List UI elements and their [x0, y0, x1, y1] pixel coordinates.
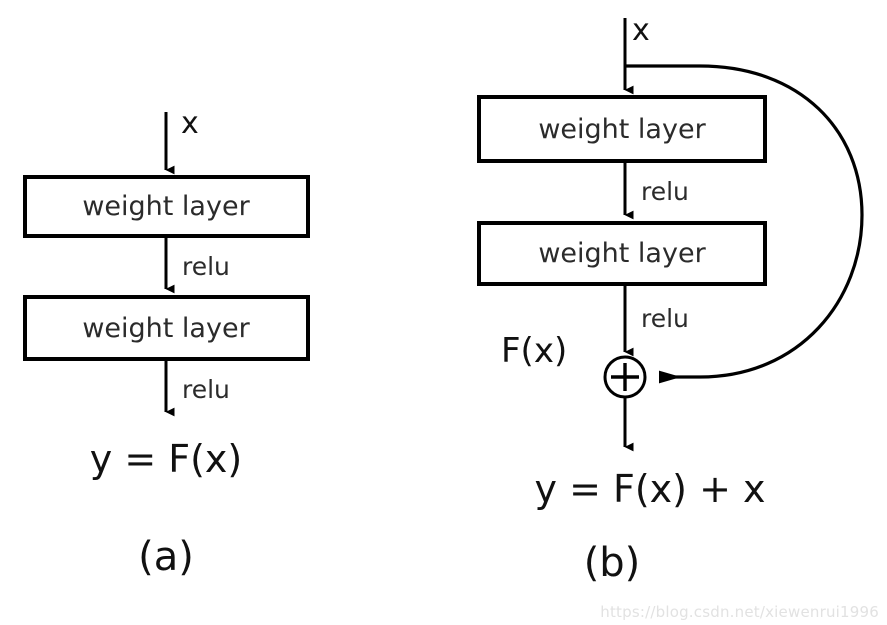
residual-block-diagram: x weight layer relu weight layer relu y … [23, 13, 864, 586]
figure-root: x weight layer relu weight layer relu y … [0, 0, 887, 625]
panel-b-relu-label-1: relu [641, 177, 689, 206]
panel-b-relu-label-2: relu [641, 304, 689, 333]
panel-a-weight-layer-1-label: weight layer [82, 191, 250, 222]
source-watermark: https://blog.csdn.net/xiewenrui1996 [600, 603, 879, 621]
panel-a-relu-label-1: relu [182, 252, 230, 281]
panel-b-weight-layer-1-label: weight layer [538, 114, 706, 145]
panel-a: x weight layer relu weight layer relu y … [23, 106, 310, 580]
panel-b: x weight layer relu weight layer relu F(… [477, 13, 864, 586]
panel-b-caption: (b) [584, 540, 641, 586]
panel-a-relu-label-2: relu [182, 375, 230, 404]
panel-b-sum-node [603, 355, 647, 399]
panel-b-input-label: x [632, 13, 650, 48]
panel-b-output-equation: y = F(x) + x [535, 467, 766, 511]
panel-b-weight-layer-2-label: weight layer [538, 238, 706, 269]
panel-a-output-equation: y = F(x) [90, 437, 242, 481]
panel-a-caption: (a) [138, 534, 194, 580]
panel-a-weight-layer-2-label: weight layer [82, 313, 250, 344]
panel-a-input-label: x [181, 106, 199, 141]
panel-b-residual-label: F(x) [501, 331, 567, 371]
